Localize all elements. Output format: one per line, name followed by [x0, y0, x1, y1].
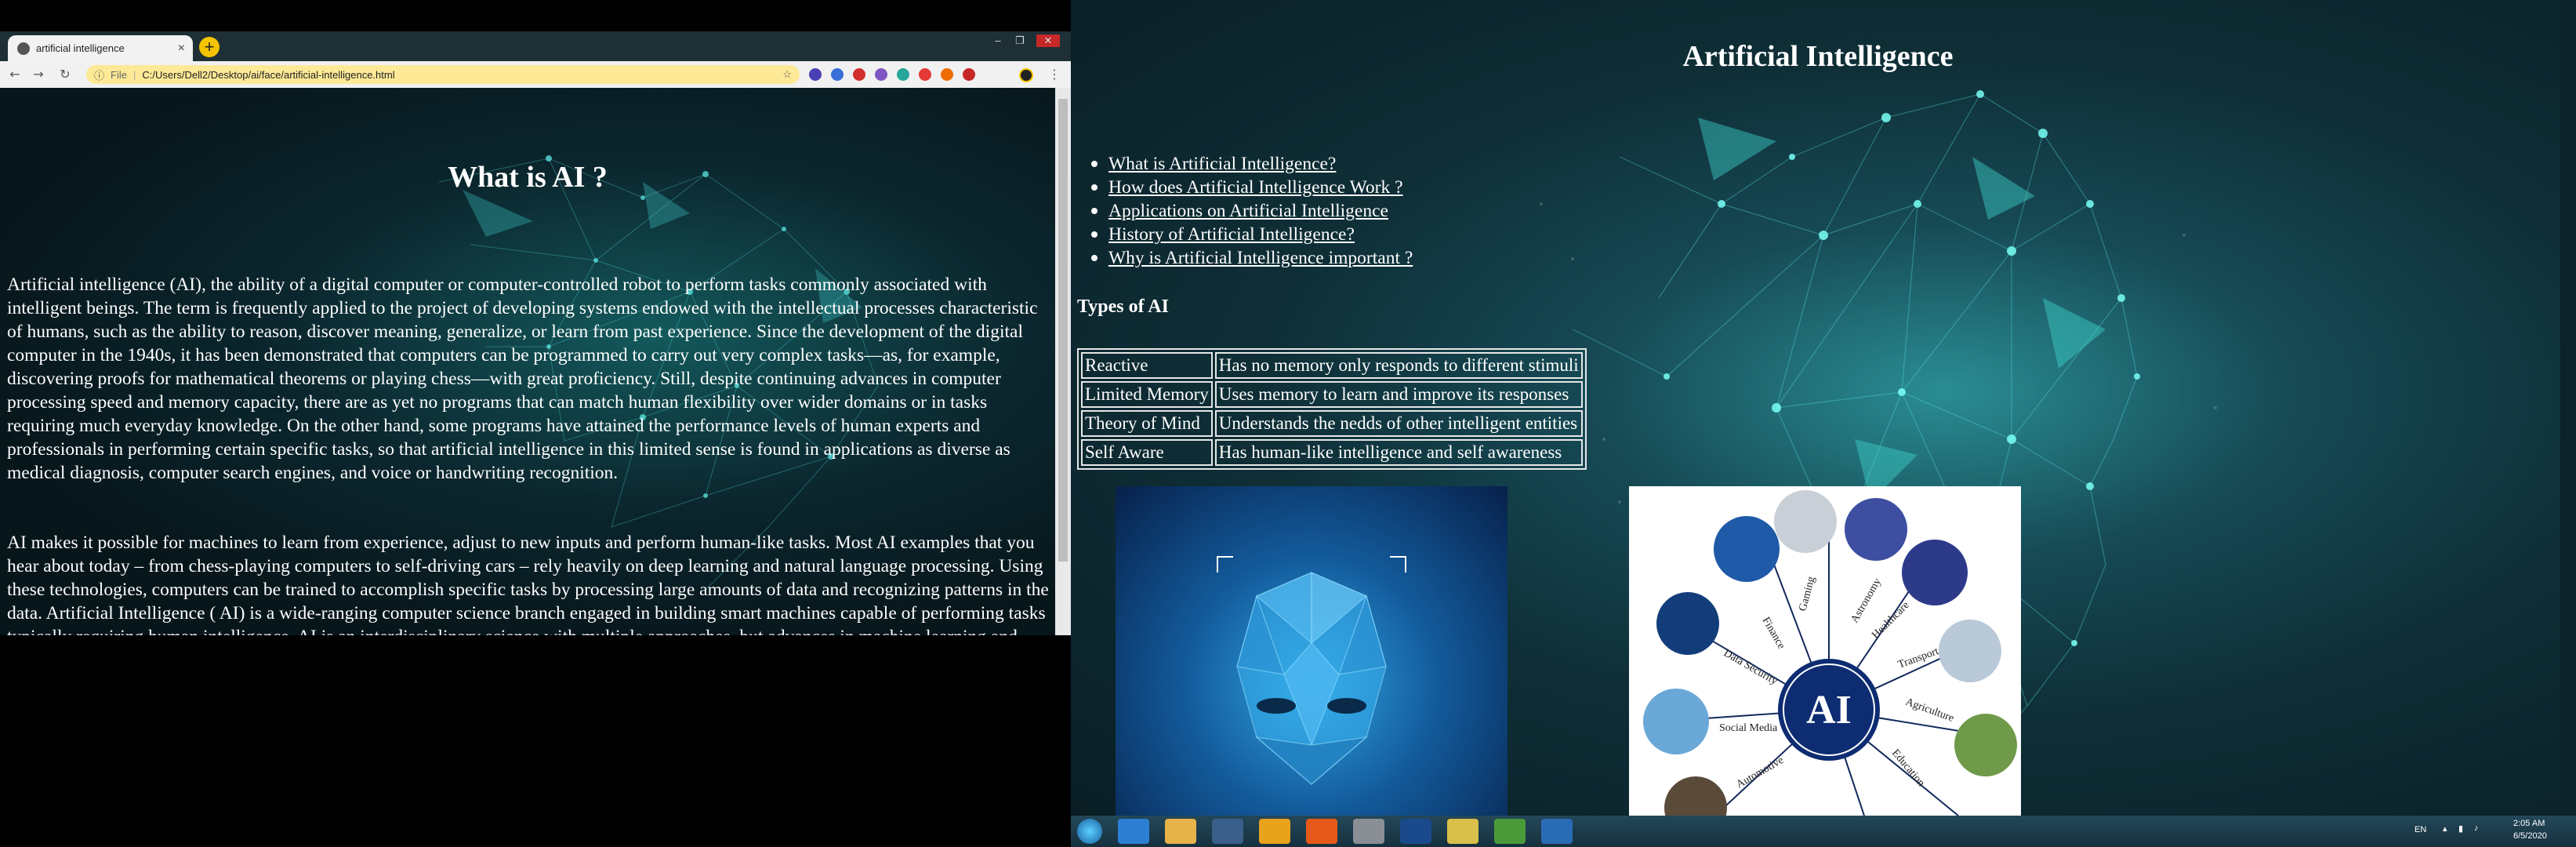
spoke-label: Gaming [1797, 576, 1817, 613]
table-cell: Theory of Mind [1081, 410, 1213, 437]
maximize-button[interactable]: ❐ [1011, 35, 1029, 47]
profile-avatar[interactable] [1019, 68, 1033, 82]
list-item: How does Artificial Intelligence Work ? [1090, 176, 1413, 199]
clock-date[interactable]: 6/5/2020 [2513, 831, 2547, 841]
tab-title: artificial intelligence [36, 42, 125, 54]
bookmark-star-icon[interactable]: ☆ [782, 68, 792, 81]
minimize-button[interactable]: – [989, 35, 1007, 47]
table-cell: Uses memory to learn and improve its res… [1214, 381, 1583, 408]
vertical-scrollbar[interactable] [2560, 0, 2576, 816]
ai-applications-image: AI Gaming Astronomy Healthcare Transport… [1629, 486, 2021, 816]
start-button[interactable] [1077, 819, 1102, 844]
spoke-label: Agriculture [1904, 696, 1956, 725]
android-studio-icon[interactable] [1494, 819, 1526, 844]
table-row: Self Aware Has human-like intelligence a… [1081, 439, 1583, 466]
extension-icon[interactable] [963, 68, 975, 81]
body-paragraph: AI makes it possible for machines to lea… [7, 533, 1049, 635]
intro-paragraph: Artificial intelligence (AI), the abilit… [7, 274, 1038, 483]
clock-time[interactable]: 2:05 AM [2513, 819, 2545, 828]
language-indicator[interactable]: EN [2415, 825, 2426, 834]
extension-icon[interactable] [919, 68, 931, 81]
close-window-button[interactable]: ✕ [1036, 35, 1060, 47]
list-item: Why is Artificial Intelligence important… [1090, 246, 1413, 270]
browser-window: artificial intelligence × + – ❐ ✕ ← → ↻ … [0, 31, 1071, 635]
back-icon[interactable]: ← [6, 66, 24, 83]
ai-face-image [1116, 486, 1508, 816]
vertical-scrollbar[interactable] [1055, 88, 1071, 635]
table-cell: Reactive [1081, 352, 1213, 379]
page-content: What is AI ? Artificial intelligence (AI… [0, 88, 1055, 635]
close-tab-icon[interactable]: × [178, 42, 185, 56]
firefox-icon[interactable] [1306, 819, 1337, 844]
spoke-label: Data Security [1722, 647, 1780, 687]
right-page: Artificial Intelligence What is Artifici… [1071, 0, 2576, 816]
show-hidden-icons-icon[interactable]: ▴ [2443, 823, 2447, 834]
scrollbar-thumb[interactable] [1058, 99, 1068, 562]
table-row: Theory of Mind Understands the nedds of … [1081, 410, 1583, 437]
address-bar[interactable]: ⓘ File | C:/Users/Dell2/Desktop/ai/face/… [86, 65, 800, 84]
new-tab-button[interactable]: + [199, 37, 220, 57]
volume-icon[interactable]: ♪ [2474, 823, 2479, 833]
media-player-icon[interactable] [1212, 819, 1243, 844]
chrome-icon[interactable] [1259, 819, 1290, 844]
spoke-label: Astronomy [1849, 576, 1883, 625]
spoke-label: Healthcare [1870, 599, 1911, 641]
types-heading: Types of AI [1077, 296, 1169, 317]
table-cell: Has human-like intelligence and self awa… [1214, 439, 1583, 466]
link-applications[interactable]: Applications on Artificial Intelligence [1108, 201, 1388, 221]
extension-icon[interactable] [853, 68, 865, 81]
ai-applications-diagram: AI Gaming Astronomy Healthcare Transport… [1643, 490, 2017, 816]
list-item: What is Artificial Intelligence? [1090, 152, 1413, 176]
spoke-label: Transport [1896, 645, 1940, 671]
app-icon[interactable] [1541, 819, 1573, 844]
extension-icon[interactable] [809, 68, 822, 81]
url-text: C:/Users/Dell2/Desktop/ai/face/artificia… [142, 68, 395, 81]
link-history[interactable]: History of Artificial Intelligence? [1108, 224, 1355, 245]
internet-explorer-icon[interactable] [1118, 819, 1149, 844]
list-item: History of Artificial Intelligence? [1090, 223, 1413, 246]
link-what-is-ai[interactable]: What is Artificial Intelligence? [1108, 154, 1336, 174]
app-icon[interactable] [1447, 819, 1478, 844]
browser-tab[interactable]: artificial intelligence × [8, 35, 193, 61]
network-icon[interactable]: ▮ [2458, 823, 2463, 834]
reload-icon[interactable]: ↻ [56, 66, 74, 83]
topic-link-list: What is Artificial Intelligence? How doe… [1090, 152, 1413, 270]
extension-icon[interactable] [897, 68, 909, 81]
file-explorer-icon[interactable] [1165, 819, 1196, 844]
table-cell: Self Aware [1081, 439, 1213, 466]
taskbar: EN ▴ ▮ ♪ 2:05 AM 6/5/2020 [1071, 816, 2576, 847]
spoke-label: Education [1889, 747, 1927, 789]
types-of-ai-table: Reactive Has no memory only responds to … [1077, 348, 1587, 470]
polygon-face-illustration [1217, 556, 1406, 785]
browser-toolbar: ← → ↻ ⓘ File | C:/Users/Dell2/Desktop/ai… [0, 61, 1071, 88]
info-icon[interactable]: ⓘ [94, 67, 104, 82]
globe-icon [17, 42, 30, 55]
table-row: Limited Memory Uses memory to learn and … [1081, 381, 1583, 408]
extension-icon[interactable] [875, 68, 887, 81]
page-heading: What is AI ? [448, 161, 608, 194]
spoke-label: Automotive [1735, 754, 1786, 791]
extension-icon[interactable] [941, 68, 953, 81]
ai-center-label: AI [1806, 688, 1852, 732]
tab-strip: artificial intelligence × + – ❐ ✕ [0, 31, 1071, 61]
forward-icon[interactable]: → [30, 66, 47, 83]
url-scheme-label: File [111, 68, 127, 81]
app-icon[interactable] [1400, 819, 1431, 844]
menu-dots-icon[interactable]: ⋮ [1046, 66, 1063, 83]
chrome-active-icon[interactable] [1353, 819, 1384, 844]
link-how-ai-works[interactable]: How does Artificial Intelligence Work ? [1108, 177, 1403, 198]
table-cell: Has no memory only responds to different… [1214, 352, 1583, 379]
link-why-important[interactable]: Why is Artificial Intelligence important… [1108, 248, 1413, 268]
table-row: Reactive Has no memory only responds to … [1081, 352, 1583, 379]
list-item: Applications on Artificial Intelligence [1090, 199, 1413, 223]
spoke-label: Social Media [1719, 722, 1778, 734]
table-cell: Limited Memory [1081, 381, 1213, 408]
extension-icon[interactable] [831, 68, 844, 81]
spoke-label: Finance [1760, 616, 1787, 652]
page-heading: Artificial Intelligence [1682, 40, 1954, 73]
table-cell: Understands the nedds of other intellige… [1214, 410, 1583, 437]
